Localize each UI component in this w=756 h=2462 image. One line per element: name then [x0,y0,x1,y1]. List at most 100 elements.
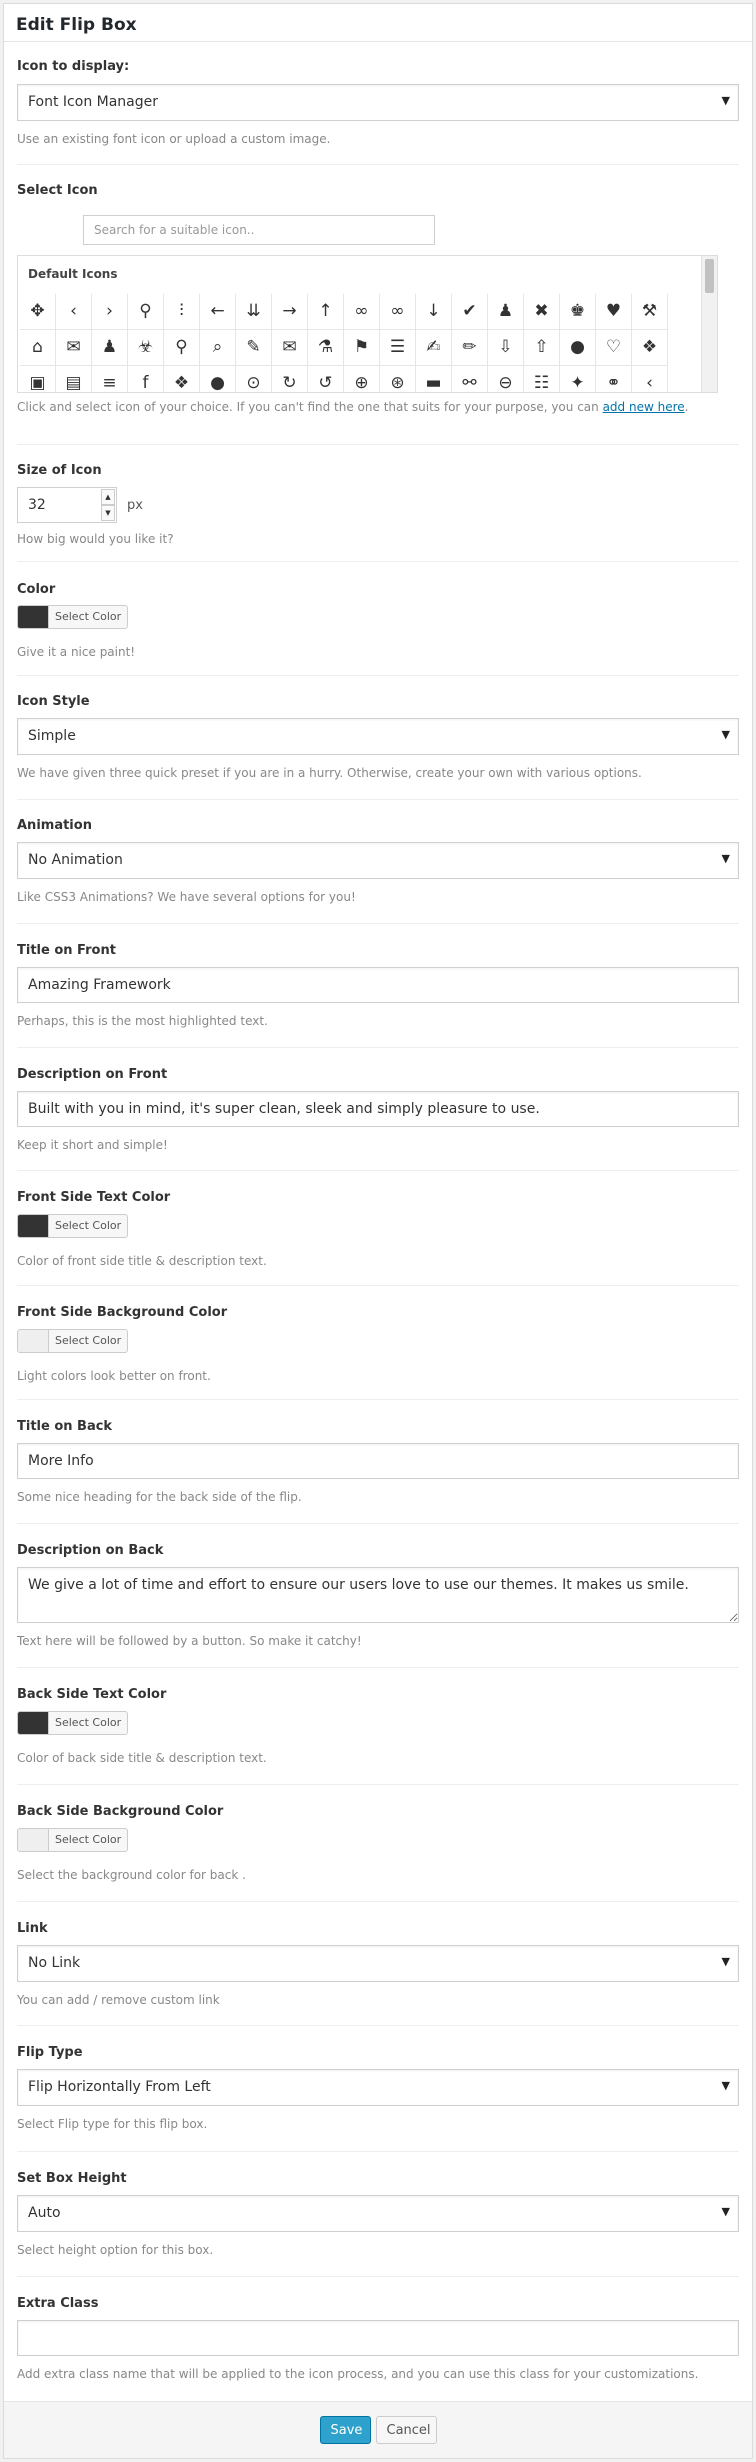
arrow-left-icon[interactable]: ← [200,294,236,330]
layers-outline-icon[interactable]: ❖ [164,366,200,392]
back-bg-color-button[interactable]: Select Color [17,1828,129,1852]
arrow-right-thin-icon[interactable]: › [92,294,128,330]
chess-pawn-icon[interactable]: ♟ [488,294,524,330]
icon-display-select[interactable]: Font Icon Manager ▼ [17,84,739,121]
inbox-icon[interactable]: ▬ [416,366,452,392]
add-new-icon-link[interactable]: add new here [603,400,685,414]
arrow-right-icon[interactable]: → [272,294,308,330]
chevron-left-icon[interactable]: ‹ [632,366,668,392]
icon-search-input[interactable] [83,215,435,245]
move-icon[interactable]: ✥ [20,294,56,330]
back-bg-color-help: Select the background color for back . [17,1868,246,1882]
icon-size-stepper[interactable]: ▲ ▼ [17,487,117,523]
icon-size-help: How big would you like it? [17,532,174,546]
pencil-icon[interactable]: ✏ [452,330,488,366]
icon-group-title: Default Icons [28,267,118,281]
dropdown-arrow-icon: ▼ [721,2079,730,2092]
icon-style-select[interactable]: Simple ▼ [17,718,739,755]
color-select-label: Select Color [55,1833,122,1846]
desc-back-textarea[interactable]: We give a lot of time and effort to ensu… [17,1567,739,1623]
arrow-left-thin-icon[interactable]: ‹ [56,294,92,330]
icon-size-unit: px [127,497,143,513]
tags-icon[interactable]: ⚑ [344,330,380,366]
nodes-icon[interactable]: ⚯ [452,366,488,392]
cancel-button[interactable]: Cancel [375,2416,437,2444]
title-back-input[interactable] [17,1443,739,1479]
link-select[interactable]: No Link ▼ [17,1945,739,1982]
comments-icon[interactable]: ● [200,366,236,392]
circle-left-icon[interactable]: ⊖ [488,366,524,392]
box-height-help: Select height option for this box. [17,2243,214,2257]
close-icon[interactable]: ✖ [524,294,560,330]
envelope-icon[interactable]: ✉ [272,330,308,366]
sliders-vertical-icon[interactable]: ⫶ [164,294,200,330]
animation-help: Like CSS3 Animations? We have several op… [17,890,356,904]
animation-label: Animation [17,818,92,833]
link-label: Link [17,1921,48,1936]
color-select-button[interactable]: Select Color [17,605,129,629]
scrollbar-thumb[interactable] [705,259,714,293]
heart-outline-icon[interactable]: ♡ [596,330,632,366]
check-icon[interactable]: ✔ [452,294,488,330]
front-text-color-button[interactable]: Select Color [17,1214,129,1238]
facebook-icon[interactable]: f [128,366,164,392]
back-text-color-label: Back Side Text Color [17,1687,167,1702]
title-front-input[interactable] [17,967,739,1003]
twitter-icon[interactable]: ✦ [560,366,596,392]
dropdown-arrow-icon: ▼ [721,1955,730,1968]
hamburger-icon[interactable]: ☰ [380,330,416,366]
circle-share-icon[interactable]: ↻ [272,366,308,392]
search-box-icon[interactable]: ⌕ [200,330,236,366]
extra-class-input[interactable] [17,2320,739,2356]
refresh-icon[interactable]: ↺ [308,366,344,392]
desc-front-input[interactable] [17,1091,739,1127]
extra-class-help: Add extra class name that will be applie… [17,2367,699,2381]
user-icon[interactable]: ♟ [92,330,128,366]
layers-icon[interactable]: ❖ [632,330,668,366]
icon-picker-scrollbar[interactable] [701,256,717,392]
sliders-icon[interactable]: ☷ [524,366,560,392]
back-text-color-button[interactable]: Select Color [17,1711,129,1735]
flip-type-value: Flip Horizontally From Left [28,2079,211,2095]
save-button[interactable]: Save [319,2416,371,2444]
stack-icon[interactable]: ≡ [92,366,128,392]
chat-bubbles-icon[interactable]: ✉ [56,330,92,366]
biohazard-icon[interactable]: ☣ [128,330,164,366]
gavel-icon[interactable]: ⚒ [632,294,668,330]
icon-grid: ✥ ‹ › ⚲ ⫶ ← ⇊ → ↑ ∞ ∞ ↓ ✔ ♟ ✖ ♚ ♥ ⚒ ⌂ ✉ ♟ ☣ ⚲ ⌕ ✎ ✉ ⚗ ⚑ ☰ ✍ ✏ ⇩ ⇧ ● ♡ ❖ ▣ ▤ ≡ f… [20,294,668,392]
comment-icon[interactable]: ● [560,330,596,366]
glasses-icon[interactable]: ∞ [344,294,380,330]
search-icon[interactable]: ⚲ [164,330,200,366]
box-height-select[interactable]: Auto ▼ [17,2195,739,2232]
linkedin-icon[interactable]: ▤ [56,366,92,392]
arrow-up-icon[interactable]: ↑ [308,294,344,330]
icon-style-label: Icon Style [17,694,90,709]
stepper-up-icon[interactable]: ▲ [101,489,115,505]
link-icon[interactable]: ⚭ [596,366,632,392]
arrow-down-icon[interactable]: ↓ [416,294,452,330]
chess-king-icon[interactable]: ♚ [560,294,596,330]
edit-icon[interactable]: ✍ [416,330,452,366]
field-back-text-color: Back Side Text Color Select Color Color … [17,1668,739,1785]
stepper-down-icon[interactable]: ▼ [101,505,115,521]
circle-up-icon[interactable]: ⊕ [344,366,380,392]
home-icon[interactable]: ⌂ [20,330,56,366]
circle-down-icon[interactable]: ⊙ [236,366,272,392]
brush-icon[interactable]: ✎ [236,330,272,366]
double-arrow-down-icon[interactable]: ⇊ [236,294,272,330]
icon-size-row: ▲ ▼ px [17,487,739,523]
icon-size-input[interactable] [18,488,102,522]
heart-icon[interactable]: ♥ [596,294,632,330]
flip-type-select[interactable]: Flip Horizontally From Left ▼ [17,2069,739,2106]
circle-arrow-up-icon[interactable]: ⇧ [524,330,560,366]
badge-icon[interactable]: ▣ [20,366,56,392]
circle-arrow-down-icon[interactable]: ⇩ [488,330,524,366]
color-help: Give it a nice paint! [17,645,136,659]
pin-icon[interactable]: ⚲ [128,294,164,330]
glasses-outline-icon[interactable]: ∞ [380,294,416,330]
beaker-icon[interactable]: ⚗ [308,330,344,366]
front-bg-color-button[interactable]: Select Color [17,1329,129,1353]
field-icon-to-display: Icon to display: Font Icon Manager ▼ Use… [17,42,739,165]
circle-right-icon[interactable]: ⊛ [380,366,416,392]
animation-select[interactable]: No Animation ▼ [17,842,739,879]
